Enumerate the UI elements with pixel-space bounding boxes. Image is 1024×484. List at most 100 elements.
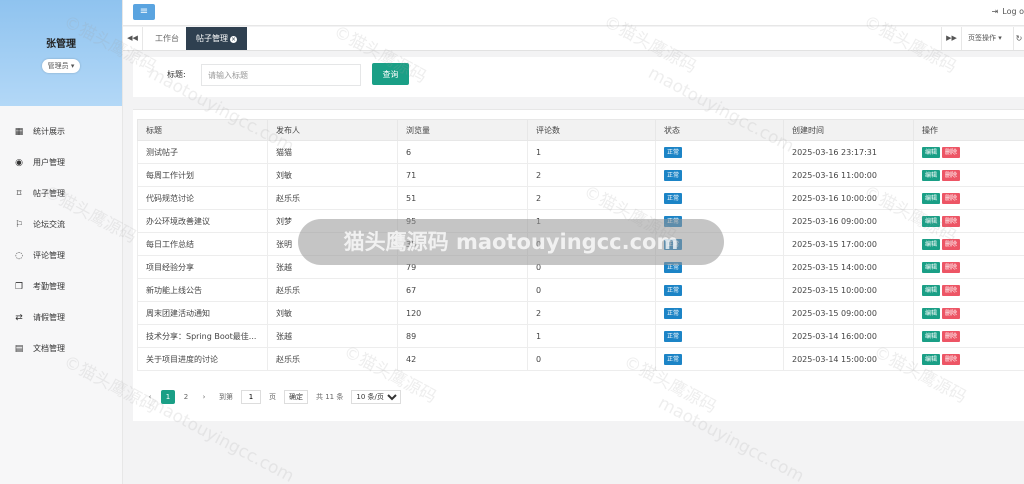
cell-author: 赵乐乐 (267, 278, 398, 302)
post-table-panel: 标题 发布人 浏览量 评论数 状态 创建时间 操作 测试帖子 猫猫 6 1 正常 2025… (133, 109, 1024, 421)
edit-button[interactable]: 编辑 (922, 238, 941, 250)
cell-comments: 2 (527, 163, 656, 187)
tab-scroll-left-button[interactable]: ◀◀ (123, 27, 143, 50)
column-header-status[interactable]: 状态 (655, 119, 784, 141)
column-header-title[interactable]: 标题 (137, 119, 268, 141)
column-header-comments[interactable]: 评论数 (527, 119, 656, 141)
edit-button[interactable]: 编辑 (922, 192, 941, 204)
tab-dashboard[interactable]: 工作台 (145, 27, 189, 50)
page-2-button[interactable]: 2 (179, 390, 193, 404)
cell-title: 关于项目进度的讨论 (137, 347, 268, 371)
cell-author: 赵乐乐 (267, 186, 398, 210)
status-badge: 正常 (664, 192, 683, 204)
status-badge: 正常 (664, 146, 683, 158)
bookmark-icon: ⌑ (16, 188, 22, 199)
cell-comments: 0 (527, 255, 656, 279)
delete-button[interactable]: 删除 (942, 238, 961, 250)
edit-button[interactable]: 编辑 (922, 353, 941, 365)
copy-icon: ❐ (14, 281, 24, 292)
delete-button[interactable]: 删除 (942, 330, 961, 342)
sidebar-item-statistics[interactable]: ▦ 统计展示 (0, 116, 122, 147)
page-1-button[interactable]: 1 (161, 390, 175, 404)
cell-title: 技术分享：Spring Boot最佳... (137, 324, 268, 348)
sidebar-item-comments[interactable]: ◌ 评论管理 (0, 240, 122, 271)
cell-comments: 0 (527, 232, 656, 256)
cell-created-time: 2025-03-16 09:00:00 (783, 209, 914, 233)
refresh-button[interactable]: ↻ (1013, 27, 1024, 50)
status-badge: 正常 (664, 284, 683, 296)
page-size-select[interactable]: 10 条/页 (351, 390, 402, 404)
column-header-author[interactable]: 发布人 (267, 119, 398, 141)
cell-created-time: 2025-03-14 15:00:00 (783, 347, 914, 371)
delete-button[interactable]: 删除 (942, 146, 961, 158)
user-icon: ◉ (15, 157, 23, 168)
cell-comments: 0 (527, 278, 656, 302)
table-body: 测试帖子 猫猫 6 1 正常 2025-03-16 23:17:31 编辑 删除 每周工作计划刘… (137, 140, 1024, 371)
sidebar-item-posts[interactable]: ⌑ 帖子管理 (0, 178, 122, 209)
title-search-input[interactable] (201, 64, 361, 86)
cell-actions: 编辑 删除 (913, 232, 1024, 256)
sidebar-item-label: 用户管理 (33, 158, 65, 167)
sidebar-item-attendance[interactable]: ❐ 考勤管理 (0, 271, 122, 302)
edit-button[interactable]: 编辑 (922, 261, 941, 273)
total-count: 共 11 条 (316, 393, 344, 401)
prev-page-button[interactable]: ‹ (143, 390, 157, 404)
next-page-button[interactable]: › (197, 390, 211, 404)
tab-scroll-right-button[interactable]: ▶▶ (941, 27, 961, 50)
table-row: 技术分享：Spring Boot最佳... 张越 89 1 正常 2025-03-14 1… (137, 324, 1024, 348)
goto-page-input[interactable] (241, 390, 261, 404)
cell-author: 张明 (267, 232, 398, 256)
column-header-views[interactable]: 浏览量 (397, 119, 528, 141)
cell-comments: 2 (527, 186, 656, 210)
cell-author: 猫猫 (267, 140, 398, 164)
status-badge: 正常 (664, 353, 683, 365)
hamburger-icon: ≡ (139, 6, 149, 17)
cell-views: 79 (397, 255, 528, 279)
sidebar-item-forum[interactable]: ⚐ 论坛交流 (0, 209, 122, 240)
close-tab-icon[interactable]: × (230, 36, 237, 43)
table-row: 办公环境改善建议 刘梦 95 1 正常 2025-03-16 09:00:00 编辑 删除 (137, 209, 1024, 233)
cell-status: 正常 (655, 232, 784, 256)
edit-button[interactable]: 编辑 (922, 169, 941, 181)
goto-confirm-button[interactable]: 确定 (284, 390, 308, 404)
sidebar-item-label: 文档管理 (33, 344, 65, 353)
table-row: 项目经验分享 张越 79 0 正常 2025-03-15 14:00:00 编辑 删除 (137, 255, 1024, 279)
cell-views: 67 (397, 278, 528, 302)
delete-button[interactable]: 删除 (942, 215, 961, 227)
tab-post-management[interactable]: 帖子管理 × (186, 27, 247, 50)
edit-button[interactable]: 编辑 (922, 146, 941, 158)
logout-link[interactable]: ⇥ Log o (992, 7, 1024, 16)
delete-button[interactable]: 删除 (942, 353, 961, 365)
search-panel: 标题: 查询 (133, 57, 1024, 97)
cell-created-time: 2025-03-14 16:00:00 (783, 324, 914, 348)
delete-button[interactable]: 删除 (942, 192, 961, 204)
delete-button[interactable]: 删除 (942, 261, 961, 273)
tab-operations-dropdown[interactable]: 页签操作 ▾ (961, 27, 1013, 50)
logout-label: Log o (1002, 7, 1024, 16)
cell-title: 每日工作总结 (137, 232, 268, 256)
sidebar-item-label: 请假管理 (33, 313, 65, 322)
edit-button[interactable]: 编辑 (922, 215, 941, 227)
edit-button[interactable]: 编辑 (922, 307, 941, 319)
goto-label: 到第 (219, 393, 233, 401)
cell-actions: 编辑 删除 (913, 209, 1024, 233)
search-button[interactable]: 查询 (372, 63, 409, 85)
edit-button[interactable]: 编辑 (922, 284, 941, 296)
delete-button[interactable]: 删除 (942, 169, 961, 181)
sidebar-item-leave[interactable]: ⇄ 请假管理 (0, 302, 122, 333)
chart-icon: ▦ (14, 126, 24, 137)
sidebar-item-users[interactable]: ◉ 用户管理 (0, 147, 122, 178)
delete-button[interactable]: 删除 (942, 284, 961, 296)
cell-views: 120 (397, 301, 528, 325)
role-dropdown[interactable]: 管理员 ▾ (41, 59, 81, 73)
table-row: 新功能上线公告 赵乐乐 67 0 正常 2025-03-15 10:00:00 编辑 删除 (137, 278, 1024, 302)
table-header-row: 标题 发布人 浏览量 评论数 状态 创建时间 操作 (137, 119, 1024, 141)
cell-actions: 编辑 删除 (913, 324, 1024, 348)
delete-button[interactable]: 删除 (942, 307, 961, 319)
column-header-created[interactable]: 创建时间 (783, 119, 914, 141)
edit-button[interactable]: 编辑 (922, 330, 941, 342)
cell-status: 正常 (655, 301, 784, 325)
cell-actions: 编辑 删除 (913, 186, 1024, 210)
sidebar-item-documents[interactable]: ▤ 文档管理 (0, 333, 122, 364)
menu-toggle-button[interactable]: ≡ (133, 4, 155, 20)
